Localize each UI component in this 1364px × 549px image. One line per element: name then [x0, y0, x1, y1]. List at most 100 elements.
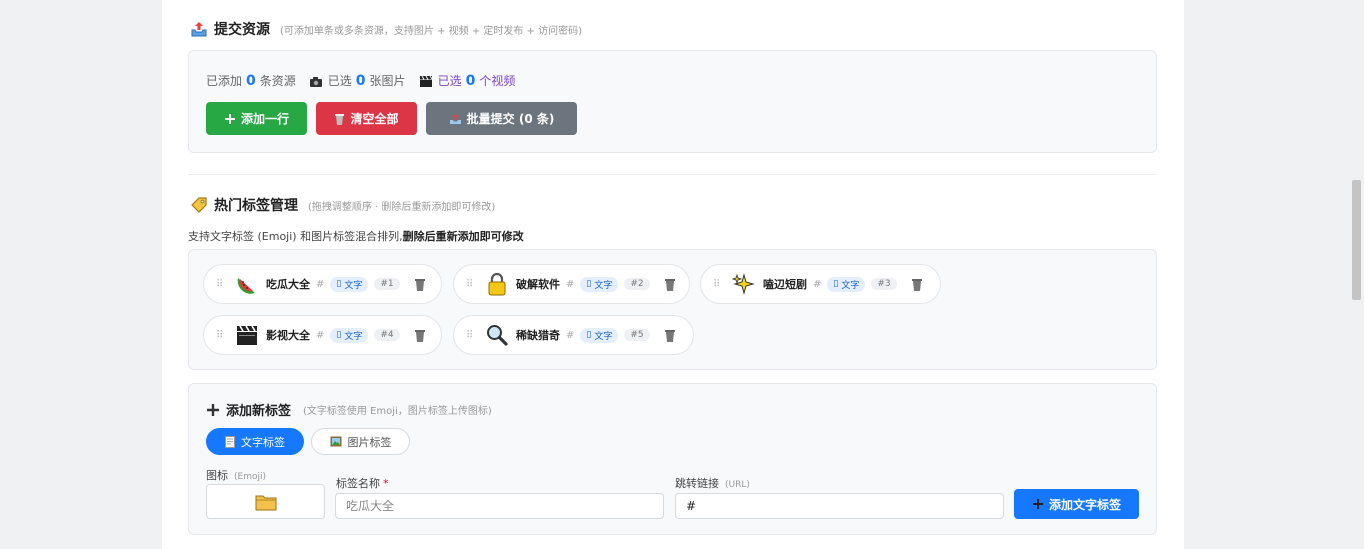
tag-name: 影视大全 — [266, 329, 310, 342]
magnifier-icon — [484, 322, 510, 348]
memo-icon: ▯ — [336, 330, 342, 340]
tag-type: 文字 — [344, 280, 363, 291]
name-label: 标签名称 — [336, 477, 380, 490]
camera-icon — [309, 76, 322, 87]
link-url-input[interactable] — [675, 493, 1004, 519]
clear-all-button[interactable]: 清空全部 — [316, 102, 417, 135]
tab-text-tag[interactable]: 文字标签 — [206, 428, 304, 455]
name-field-label: 标签名称 * — [336, 475, 389, 491]
tag-item[interactable]: ⠿ 吃瓜大全 # ▯ 文字 #1 — [203, 264, 442, 304]
tag-index: #1 — [374, 278, 400, 290]
videos-prefix: 已选 — [437, 74, 462, 88]
tab-image-tag[interactable]: 图片标签 — [311, 428, 410, 455]
tag-name-input[interactable] — [335, 493, 664, 519]
videos-count: 0 — [465, 72, 476, 89]
delete-tag-trash-icon[interactable] — [414, 329, 426, 342]
tab-image-label: 图片标签 — [347, 435, 392, 449]
section-divider — [188, 174, 1157, 175]
images-suffix: 张图片 — [369, 74, 406, 88]
drag-handle-icon[interactable]: ⠿ — [713, 279, 725, 290]
plus-icon — [224, 113, 236, 125]
batch-submit-label: 批量提交 (0 条) — [466, 112, 555, 126]
add-text-tag-button[interactable]: 添加文字标签 — [1014, 489, 1139, 519]
images-count: 0 — [355, 72, 366, 89]
drag-handle-icon[interactable]: ⠿ — [466, 279, 478, 290]
delete-tag-trash-icon[interactable] — [414, 278, 426, 291]
tag-hash: # — [316, 329, 325, 341]
clapper-board-icon — [234, 322, 260, 348]
videos-suffix: 个视频 — [479, 74, 516, 88]
drag-handle-icon[interactable]: ⠿ — [216, 330, 228, 341]
hot-tags-description: 支持文字标签 (Emoji) 和图片标签混合排列,删除后重新添加即可修改 — [188, 228, 524, 244]
tag-item[interactable]: ⠿ 嗑辺短剧 # ▯ 文字 #3 — [700, 264, 941, 304]
hot-tags-hint: (拖拽调整顺序 · 删除后重新添加即可修改) — [308, 201, 496, 213]
tag-item[interactable]: ⠿ 影视大全 # ▯ 文字 #4 — [203, 315, 442, 355]
tag-type-badge: ▯ 文字 — [330, 276, 369, 292]
tag-hash: # — [813, 278, 822, 290]
sparkles-icon — [731, 271, 757, 297]
tag-type-badge: ▯ 文字 — [580, 327, 619, 343]
videos-stat: 已选 0 个视频 — [419, 72, 516, 89]
submit-section-title: 提交资源 (可添加单条或多条资源，支持图片 + 视频 + 定时发布 + 访问密码… — [190, 19, 582, 39]
add-row-button[interactable]: 添加一行 — [206, 102, 307, 135]
clapper-board-icon — [419, 75, 432, 87]
add-tag-hint: (文字标签使用 Emoji，图片标签上传图标) — [303, 406, 492, 417]
link-sub: (URL) — [725, 480, 750, 490]
add-tag-title: 添加新标签 — [226, 404, 292, 419]
memo-icon: ▯ — [586, 330, 592, 340]
tag-name: 破解软件 — [516, 278, 560, 291]
delete-tag-trash-icon[interactable] — [664, 278, 676, 291]
link-field-label: 跳转链接 (URL) — [675, 475, 750, 491]
drag-handle-icon[interactable]: ⠿ — [466, 330, 478, 341]
tag-item[interactable]: ⠿ 稀缺猎奇 # ▯ 文字 #5 — [453, 315, 694, 355]
plus-icon — [206, 403, 220, 417]
added-prefix: 已添加 — [206, 74, 243, 88]
tag-hash: # — [316, 278, 325, 290]
vertical-scrollbar[interactable] — [1348, 0, 1364, 549]
tag-index: #5 — [624, 329, 650, 341]
tag-index: #3 — [871, 278, 897, 290]
submit-stats: 已添加 0 条资源 已选 0 张图片 已选 0 个视频 — [206, 72, 529, 89]
add-row-label: 添加一行 — [240, 112, 289, 126]
lock-icon — [484, 271, 510, 297]
plus-icon — [1032, 498, 1044, 510]
trash-icon — [334, 113, 345, 125]
folder-icon — [255, 493, 277, 511]
memo-icon: ▯ — [833, 279, 839, 289]
add-text-tag-label: 添加文字标签 — [1048, 497, 1121, 512]
add-tag-section-title: 添加新标签 (文字标签使用 Emoji，图片标签上传图标) — [206, 400, 492, 419]
framed-picture-icon — [330, 436, 342, 447]
tag-item[interactable]: ⠿ 破解软件 # ▯ 文字 #2 — [453, 264, 690, 304]
icon-sub: (Emoji) — [234, 472, 266, 482]
added-stat: 已添加 0 条资源 — [206, 72, 296, 89]
icon-label: 图标 — [206, 469, 228, 482]
added-suffix: 条资源 — [259, 74, 296, 88]
memo-icon — [225, 435, 235, 448]
icon-emoji-field[interactable] — [206, 484, 325, 519]
submit-title: 提交资源 — [214, 22, 270, 38]
drag-handle-icon[interactable]: ⠿ — [216, 279, 228, 290]
tag-name: 嗑辺短剧 — [763, 278, 807, 291]
desc-bold: 删除后重新添加即可修改 — [402, 230, 524, 243]
images-prefix: 已选 — [327, 74, 352, 88]
memo-icon: ▯ — [336, 279, 342, 289]
delete-tag-trash-icon[interactable] — [911, 278, 923, 291]
label-tag-icon — [190, 196, 208, 214]
watermelon-icon — [234, 271, 260, 297]
delete-tag-trash-icon[interactable] — [664, 329, 676, 342]
memo-icon: ▯ — [586, 279, 592, 289]
icon-field-label: 图标 (Emoji) — [206, 467, 266, 483]
tag-name: 稀缺猎奇 — [516, 329, 560, 342]
outbox-tray-icon — [190, 20, 208, 38]
scrollbar-thumb[interactable] — [1352, 180, 1361, 300]
tag-hash: # — [566, 278, 575, 290]
tag-index: #4 — [374, 329, 400, 341]
tag-type-badge: ▯ 文字 — [580, 276, 619, 292]
tag-type: 文字 — [594, 331, 613, 342]
tag-type: 文字 — [594, 280, 613, 291]
batch-submit-button[interactable]: 批量提交 (0 条) — [426, 102, 577, 135]
outbox-tray-icon — [449, 113, 462, 125]
hot-tags-section-title: 热门标签管理 (拖拽调整顺序 · 删除后重新添加即可修改) — [190, 195, 495, 215]
tag-type: 文字 — [344, 331, 363, 342]
desc-normal: 支持文字标签 (Emoji) 和图片标签混合排列, — [188, 230, 403, 243]
